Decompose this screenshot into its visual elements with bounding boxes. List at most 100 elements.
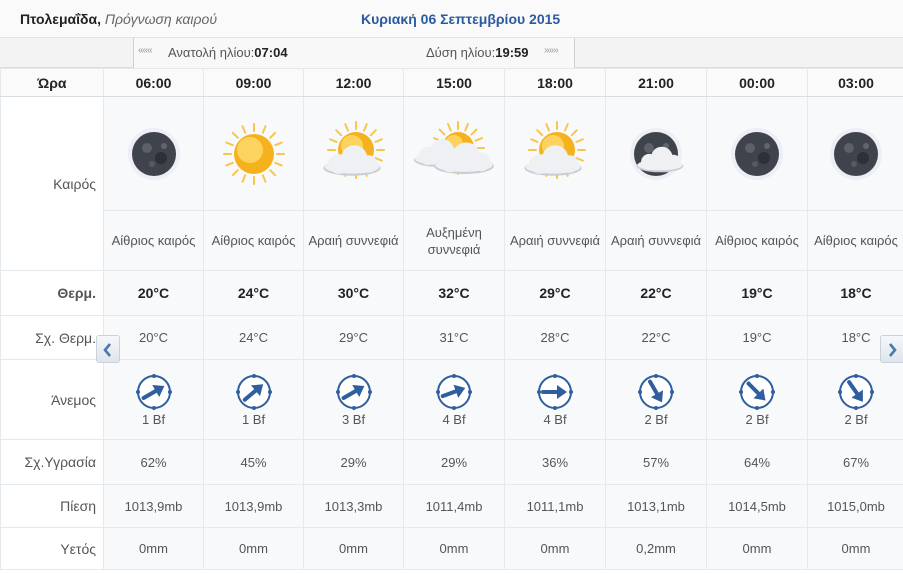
wind-speed: 4 Bf xyxy=(442,411,466,427)
wind-direction-icon xyxy=(537,373,573,410)
moon-clear-icon xyxy=(127,127,180,180)
humidity-cell: 57% xyxy=(605,439,707,485)
wind-info: 2 Bf xyxy=(808,373,903,427)
wind-speed: 2 Bf xyxy=(745,411,769,427)
wind-info: 1 Bf xyxy=(204,373,303,427)
forecast-date: Κυριακή 06 Σεπτεμβρίου 2015 xyxy=(361,11,561,27)
wind-label: Άνεμος xyxy=(0,359,104,440)
wind-speed: 2 Bf xyxy=(644,411,668,427)
temp-cell: 30°C xyxy=(303,270,404,316)
wind-info: 3 Bf xyxy=(304,373,403,427)
wind-speed: 3 Bf xyxy=(341,411,366,427)
rain-cell: 0mm xyxy=(504,527,606,570)
sunset-time: 19:59 xyxy=(495,45,529,60)
forecast-header: Πτολεμαΐδα, Πρόγνωση καιρού Κυριακή 06 Σ… xyxy=(0,0,903,38)
city-name: Πτολεμαΐδα, xyxy=(20,11,101,27)
wind-info: 1 Bf xyxy=(104,373,203,427)
humidity-cell: 67% xyxy=(807,439,903,485)
wind-info: 2 Bf xyxy=(707,373,807,427)
moon-clear-icon xyxy=(731,127,783,180)
rain-row: Υετός 0mm 0mm 0mm 0mm 0mm 0,2mm 0mm 0mm xyxy=(0,527,903,570)
sun-clouds-icon xyxy=(414,120,494,175)
humidity-label: Σχ.Υγρασία xyxy=(0,439,104,485)
weather-desc-cell: Αραιή συννεφιά xyxy=(605,210,707,271)
weather-icon-row: Καιρός xyxy=(0,96,903,271)
wind-direction-icon xyxy=(838,373,874,410)
chevron-right-icon xyxy=(889,343,897,357)
scroll-left-button[interactable] xyxy=(96,335,120,363)
rain-cell: 0mm xyxy=(807,527,903,570)
rain-cell: 0,2mm xyxy=(605,527,707,570)
rain-cell: 0mm xyxy=(706,527,808,570)
wind-speed: 1 Bf xyxy=(141,411,166,427)
chevron-left-icon xyxy=(103,343,111,357)
temp-cell: 19°C xyxy=(706,270,808,316)
weather-icon-cell xyxy=(303,96,404,211)
temp-row: Θερμ. 20°C 24°C 30°C 32°C 29°C 22°C 19°C 18°C xyxy=(0,270,903,316)
hour-cell: 12:00 xyxy=(303,68,404,97)
pressure-cell: 1011,4mb xyxy=(403,484,505,528)
feels-cell: 28°C xyxy=(504,315,606,360)
temp-label: Θερμ. xyxy=(0,270,104,316)
temp-cell: 24°C xyxy=(203,270,304,316)
humidity-cell: 62% xyxy=(103,439,204,485)
weather-desc-cell: Αραιή συννεφιά xyxy=(504,210,606,271)
sunrise-label: Ανατολή ηλίου: xyxy=(168,45,255,60)
pressure-row: Πίεση 1013,9mb 1013,9mb 1013,3mb 1011,4mb 10… xyxy=(0,484,903,528)
temp-cell: 20°C xyxy=(103,270,204,316)
wind-cell: 3 Bf xyxy=(303,359,404,440)
sunset-label: Δύση ηλίου: xyxy=(426,45,496,60)
sunrise-time: 07:04 xyxy=(254,45,288,60)
feels-cell: 19°C xyxy=(706,315,808,360)
pressure-cell: 1013,3mb xyxy=(303,484,404,528)
temp-cell: 22°C xyxy=(605,270,707,316)
humidity-cell: 36% xyxy=(504,439,606,485)
wind-cell: 4 Bf xyxy=(504,359,606,440)
feels-label: Σχ. Θερμ. xyxy=(0,315,104,360)
sunset-info: Δύση ηλίου:19:59 xyxy=(426,45,528,60)
weather-icon-cell xyxy=(807,96,903,211)
wind-cell: 1 Bf xyxy=(103,359,204,440)
wind-direction-icon xyxy=(335,373,372,410)
wind-direction-icon xyxy=(638,373,674,410)
temp-cell: 29°C xyxy=(504,270,606,316)
wind-info: 4 Bf xyxy=(404,373,504,427)
forecast-table: Ώρα 06:00 09:00 12:00 15:00 18:00 21:00 00:00 0… xyxy=(0,68,903,570)
wind-cell: 1 Bf xyxy=(203,359,304,440)
sun-cloud-icon xyxy=(322,120,385,179)
weather-icon-cell xyxy=(403,96,505,211)
sun-clear-icon xyxy=(222,122,285,185)
hour-cell: 03:00 xyxy=(807,68,903,97)
wind-info: 2 Bf xyxy=(606,373,706,427)
wind-direction-icon xyxy=(235,373,272,410)
hour-cell: 18:00 xyxy=(504,68,606,97)
humidity-cell: 45% xyxy=(203,439,304,485)
feels-cell: 22°C xyxy=(605,315,707,360)
sun-times-bar: ««« Ανατολή ηλίου:07:04 Δύση ηλίου:19:59… xyxy=(0,38,903,68)
wind-speed: 4 Bf xyxy=(543,411,567,427)
scroll-right-button[interactable] xyxy=(880,335,903,363)
hour-cell: 21:00 xyxy=(605,68,707,97)
rain-cell: 0mm xyxy=(303,527,404,570)
wind-direction-icon xyxy=(739,373,775,410)
prev-day-link[interactable]: ««« xyxy=(138,45,153,56)
weather-icon-cell xyxy=(203,96,304,211)
feels-cell: 29°C xyxy=(303,315,404,360)
rain-cell: 0mm xyxy=(203,527,304,570)
hour-cell: 06:00 xyxy=(103,68,204,97)
weather-desc-row: Αίθριος καιρός Αίθριος καιρός Αραιή συννεφ… xyxy=(1,210,903,271)
next-day-link[interactable]: »»» xyxy=(544,45,559,56)
wind-direction-icon xyxy=(436,373,472,410)
weather-desc-cell: Αραιή συννεφιά xyxy=(303,210,404,271)
wind-cell: 2 Bf xyxy=(605,359,707,440)
humidity-row: Σχ.Υγρασία 62% 45% 29% 29% 36% 57% 64% 67% xyxy=(0,439,903,485)
feels-cell: 31°C xyxy=(403,315,505,360)
wind-speed: 2 Bf xyxy=(844,411,868,427)
wind-cell: 2 Bf xyxy=(807,359,903,440)
wind-direction-icon xyxy=(135,373,172,410)
weather-desc-cell: Αίθριος καιρός xyxy=(706,210,808,271)
sun-cloud-icon xyxy=(524,120,586,179)
hour-label: Ώρα xyxy=(0,68,104,97)
weather-label: Καιρός xyxy=(0,96,104,271)
pressure-cell: 1011,1mb xyxy=(504,484,606,528)
